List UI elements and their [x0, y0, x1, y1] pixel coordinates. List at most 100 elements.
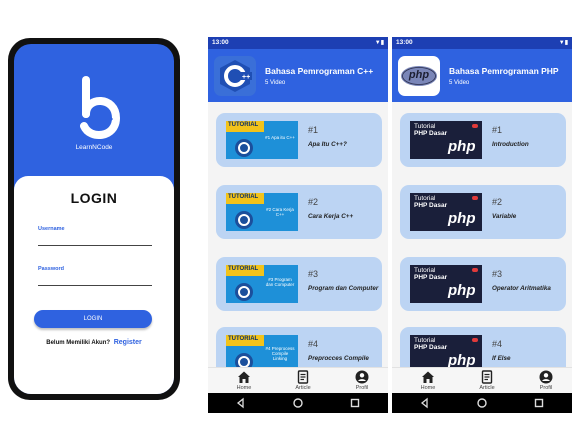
showcase: LearnNCode LOGIN Username Password LOGIN…: [0, 0, 572, 429]
nav-home[interactable]: Home: [408, 370, 448, 391]
video-title: Variable: [492, 213, 517, 220]
home-circle-icon[interactable]: [475, 396, 489, 410]
profile-icon: [355, 370, 369, 384]
back-icon[interactable]: [234, 396, 248, 410]
video-card[interactable]: TUTORIAL #2 Cara Kerja C++ #2 Cara Kerja…: [216, 185, 382, 239]
thumb-line2: PHP Dasar: [414, 202, 448, 209]
video-thumbnail: Tutorial PHP Dasar php: [410, 193, 482, 231]
brand-name: LearnNCode: [75, 144, 113, 151]
password-label: Password: [38, 266, 64, 272]
login-screen: LearnNCode LOGIN Username Password LOGIN…: [14, 44, 174, 394]
php-logo-text: php: [408, 69, 430, 81]
video-number: #3: [492, 269, 503, 279]
video-card[interactable]: Tutorial PHP Dasar php #1 Introduction: [400, 113, 566, 167]
nav-label: Profil: [355, 385, 369, 391]
video-title: Introduction: [492, 141, 529, 148]
page-title: Bahasa Pemrograman C++: [265, 66, 374, 76]
play-badge-icon: [472, 268, 478, 272]
register-prompt: Belum Memiliki Akun?: [46, 340, 111, 346]
article-icon: [297, 370, 309, 384]
video-number: #1: [308, 125, 319, 135]
thumb-line1: Tutorial: [414, 337, 436, 344]
recents-icon[interactable]: [532, 396, 546, 410]
system-navigation-bar: [392, 393, 572, 413]
video-title: Cara Kerja C++: [308, 213, 354, 220]
video-card[interactable]: TUTORIAL #3 Program dan Computer #3 Prog…: [216, 257, 382, 311]
thumb-label: TUTORIAL: [228, 336, 259, 342]
login-phone-frame: LearnNCode LOGIN Username Password LOGIN…: [8, 38, 180, 400]
login-title: LOGIN: [70, 190, 118, 206]
play-badge-icon: [472, 124, 478, 128]
video-title: If Else: [492, 355, 511, 362]
video-card[interactable]: Tutorial PHP Dasar php #3 Operator Aritm…: [400, 257, 566, 311]
thumb-big: php: [448, 138, 476, 155]
video-title: Apa Itu C++?: [308, 141, 347, 148]
thumb-line1: Tutorial: [414, 123, 436, 130]
cpp-phone: 13:00 ▼▮ ++ Bahasa Pemrograman C++ 5 Vid…: [208, 37, 388, 413]
register-link[interactable]: Register: [114, 339, 142, 346]
login-card: LOGIN Username Password LOGIN Belum Memi…: [14, 176, 174, 394]
nav-label: Home: [236, 385, 252, 391]
bottom-navigation: Home Article Profil: [392, 367, 572, 393]
back-icon[interactable]: [418, 396, 432, 410]
video-card[interactable]: Tutorial PHP Dasar php #2 Variable: [400, 185, 566, 239]
video-thumbnail: TUTORIAL #2 Cara Kerja C++: [226, 193, 298, 231]
username-input[interactable]: [38, 234, 152, 246]
system-navigation-bar: [208, 393, 388, 413]
thumb-line1: Tutorial: [414, 195, 436, 202]
thumb-big: php: [448, 210, 476, 227]
thumb-subtitle: #3 Program dan Computer: [265, 277, 295, 287]
nav-label: Home: [420, 385, 436, 391]
status-time: 13:00: [212, 39, 229, 46]
article-icon: [481, 370, 493, 384]
app-bar: ++ Bahasa Pemrograman C++ 5 Video: [208, 49, 388, 102]
video-number: #2: [492, 197, 503, 207]
home-icon: [238, 371, 250, 383]
password-input[interactable]: [38, 274, 152, 286]
nav-label: Profil: [539, 385, 553, 391]
cpp-logo-icon: ++: [214, 56, 256, 96]
profile-icon: [539, 370, 553, 384]
thumb-line2: PHP Dasar: [414, 344, 448, 351]
video-card[interactable]: TUTORIAL #1 Apa itu C++ #1 Apa Itu C++?: [216, 113, 382, 167]
nav-article[interactable]: Article: [467, 370, 507, 391]
video-thumbnail: TUTORIAL #3 Program dan Computer: [226, 265, 298, 303]
svg-text:++: ++: [242, 74, 250, 81]
nav-label: Article: [479, 385, 495, 391]
video-count: 5 Video: [265, 80, 286, 86]
nav-profil[interactable]: Profil: [526, 370, 566, 391]
thumb-line2: PHP Dasar: [414, 130, 448, 137]
home-circle-icon[interactable]: [291, 396, 305, 410]
status-bar: 13:00 ▼▮: [208, 37, 388, 49]
video-number: #1: [492, 125, 503, 135]
thumb-subtitle: #2 Cara Kerja C++: [266, 207, 294, 217]
play-badge-icon: [472, 196, 478, 200]
nav-profil[interactable]: Profil: [342, 370, 382, 391]
recents-icon[interactable]: [348, 396, 362, 410]
thumb-subtitle: #4 Preprocess Compile Linking: [265, 346, 295, 361]
page-title: Bahasa Pemrograman PHP: [449, 66, 559, 76]
thumb-label: TUTORIAL: [228, 194, 259, 200]
signal-battery-icon: ▼▮: [374, 40, 384, 46]
video-thumbnail: TUTORIAL #1 Apa itu C++: [226, 121, 298, 159]
php-logo-icon: php: [398, 56, 440, 96]
nav-article[interactable]: Article: [283, 370, 323, 391]
thumb-label: TUTORIAL: [228, 122, 259, 128]
nav-home[interactable]: Home: [224, 370, 264, 391]
home-icon: [422, 371, 434, 383]
thumb-line1: Tutorial: [414, 267, 436, 274]
video-count: 5 Video: [449, 80, 470, 86]
login-button[interactable]: LOGIN: [34, 310, 152, 328]
video-thumbnail: Tutorial PHP Dasar php: [410, 121, 482, 159]
video-number: #4: [492, 339, 503, 349]
bottom-navigation: Home Article Profil: [208, 367, 388, 393]
video-title: Operator Aritmatika: [492, 285, 551, 292]
status-time: 13:00: [396, 39, 413, 46]
video-title: Program dan Computer: [308, 285, 379, 292]
learnncode-logo-icon: [80, 76, 121, 139]
thumb-subtitle: #1 Apa itu C++: [265, 135, 295, 140]
video-number: #3: [308, 269, 319, 279]
video-number: #4: [308, 339, 319, 349]
video-thumbnail: Tutorial PHP Dasar php: [410, 265, 482, 303]
thumb-big: php: [448, 282, 476, 299]
